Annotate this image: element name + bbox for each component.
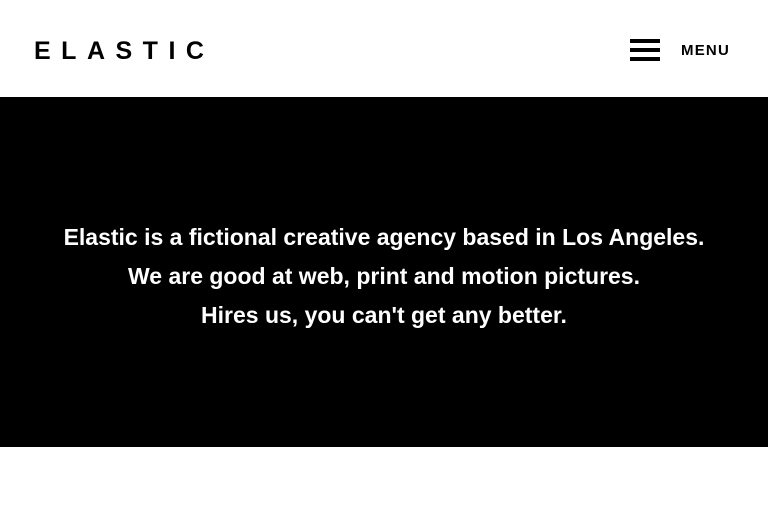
hero-line-2: We are good at web, print and motion pic…	[127, 262, 640, 289]
menu-button[interactable]: MENU	[630, 38, 730, 62]
site-header: ELASTIC MENU	[0, 0, 768, 97]
content-area	[0, 447, 768, 520]
menu-label[interactable]: MENU	[681, 42, 730, 59]
hamburger-icon[interactable]	[630, 39, 661, 61]
hero-banner: Elastic is a fictional creative agency b…	[0, 97, 768, 447]
hero-line-1: Elastic is a fictional creative agency b…	[63, 223, 705, 250]
site-logo[interactable]: ELASTIC	[34, 37, 214, 65]
hero-line-3: Hires us, you can't get any better.	[201, 301, 567, 328]
hero-tagline: Elastic is a fictional creative agency b…	[64, 218, 705, 335]
